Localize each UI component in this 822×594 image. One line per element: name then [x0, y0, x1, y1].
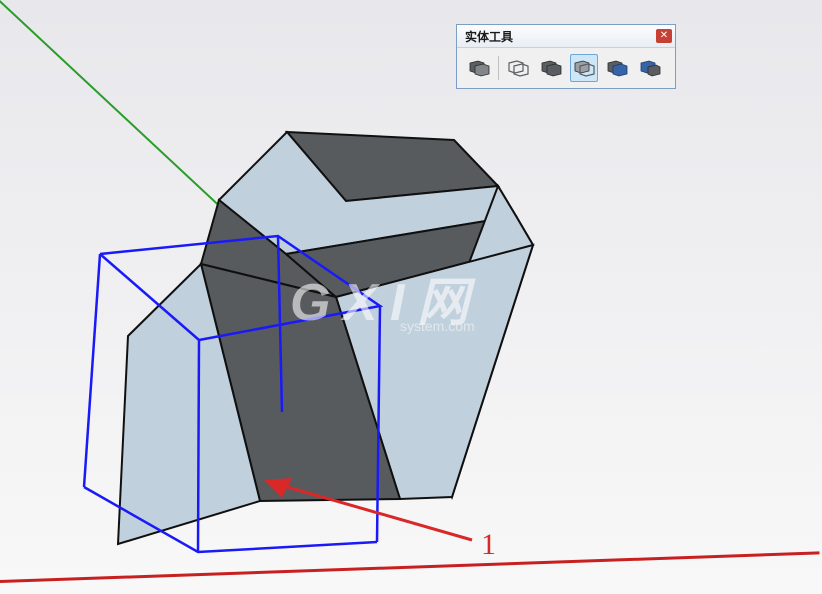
union-button[interactable]: [537, 54, 565, 82]
intersect-button[interactable]: [504, 54, 532, 82]
trim-icon: [606, 59, 628, 77]
close-button[interactable]: ✕: [656, 29, 672, 43]
split-icon: [639, 59, 661, 77]
outer-shell-button[interactable]: [465, 54, 493, 82]
outer-shell-icon: [468, 59, 490, 77]
panel-title: 实体工具: [465, 28, 513, 45]
intersect-icon: [507, 59, 529, 77]
annotation-arrow: [262, 472, 482, 552]
split-button[interactable]: [636, 54, 664, 82]
subtract-icon: [573, 59, 595, 77]
solid-tools-toolbar: [465, 54, 667, 82]
panel-titlebar[interactable]: 实体工具 ✕: [457, 25, 675, 48]
sketchup-viewport[interactable]: G X I 网 system.com 1 实体工具 ✕: [0, 0, 822, 594]
subtract-button[interactable]: [570, 54, 598, 82]
panel-body: [457, 48, 675, 88]
close-icon: ✕: [660, 31, 668, 41]
annotation-label-1: 1: [481, 528, 496, 562]
trim-button[interactable]: [603, 54, 631, 82]
union-icon: [540, 59, 562, 77]
solid-tools-panel[interactable]: 实体工具 ✕: [456, 24, 676, 89]
toolbar-separator: [498, 56, 499, 80]
